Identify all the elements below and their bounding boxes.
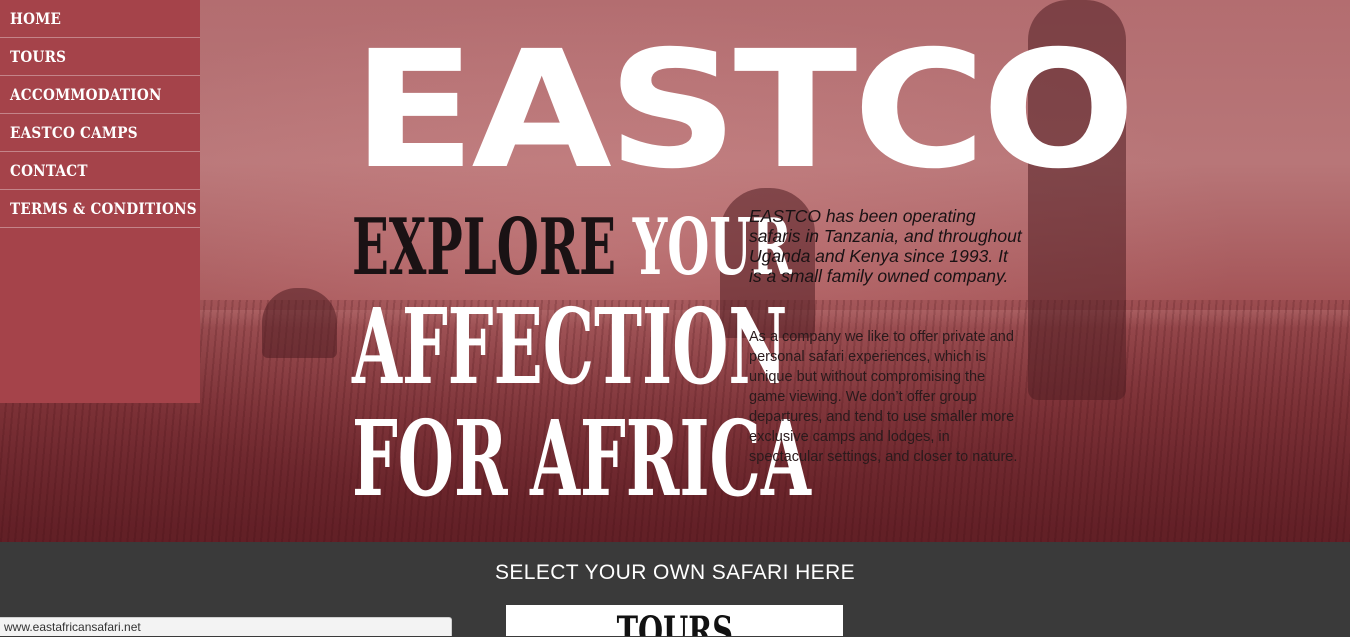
nav-item-contact[interactable]: CONTACT xyxy=(0,152,200,190)
browser-status-bar: www.eastafricansafari.net xyxy=(0,617,452,636)
crouching-person-silhouette xyxy=(262,288,337,358)
nav-item-tours[interactable]: TOURS xyxy=(0,38,200,76)
status-url: www.eastafricansafari.net xyxy=(4,620,141,634)
company-intro: EASTCO has been operating safaris in Tan… xyxy=(749,206,1022,286)
nav-item-terms[interactable]: TERMS & CONDITIONS xyxy=(0,190,200,228)
tours-card[interactable]: TOURS xyxy=(506,605,843,636)
tours-card-label: TOURS xyxy=(616,608,733,636)
tagline-explore: EXPLORE xyxy=(352,202,616,293)
nav-item-accommodation[interactable]: ACCOMMODATION xyxy=(0,76,200,114)
select-safari-heading: SELECT YOUR OWN SAFARI HERE xyxy=(494,561,856,584)
eastco-logo[interactable]: EASTCO xyxy=(352,30,1136,192)
nav-item-eastco-camps[interactable]: EASTCO CAMPS xyxy=(0,114,200,152)
main-nav: HOME TOURS ACCOMMODATION EASTCO CAMPS CO… xyxy=(0,0,200,403)
nav-item-home[interactable]: HOME xyxy=(0,0,200,38)
company-description: As a company we like to offer private an… xyxy=(749,329,1018,465)
